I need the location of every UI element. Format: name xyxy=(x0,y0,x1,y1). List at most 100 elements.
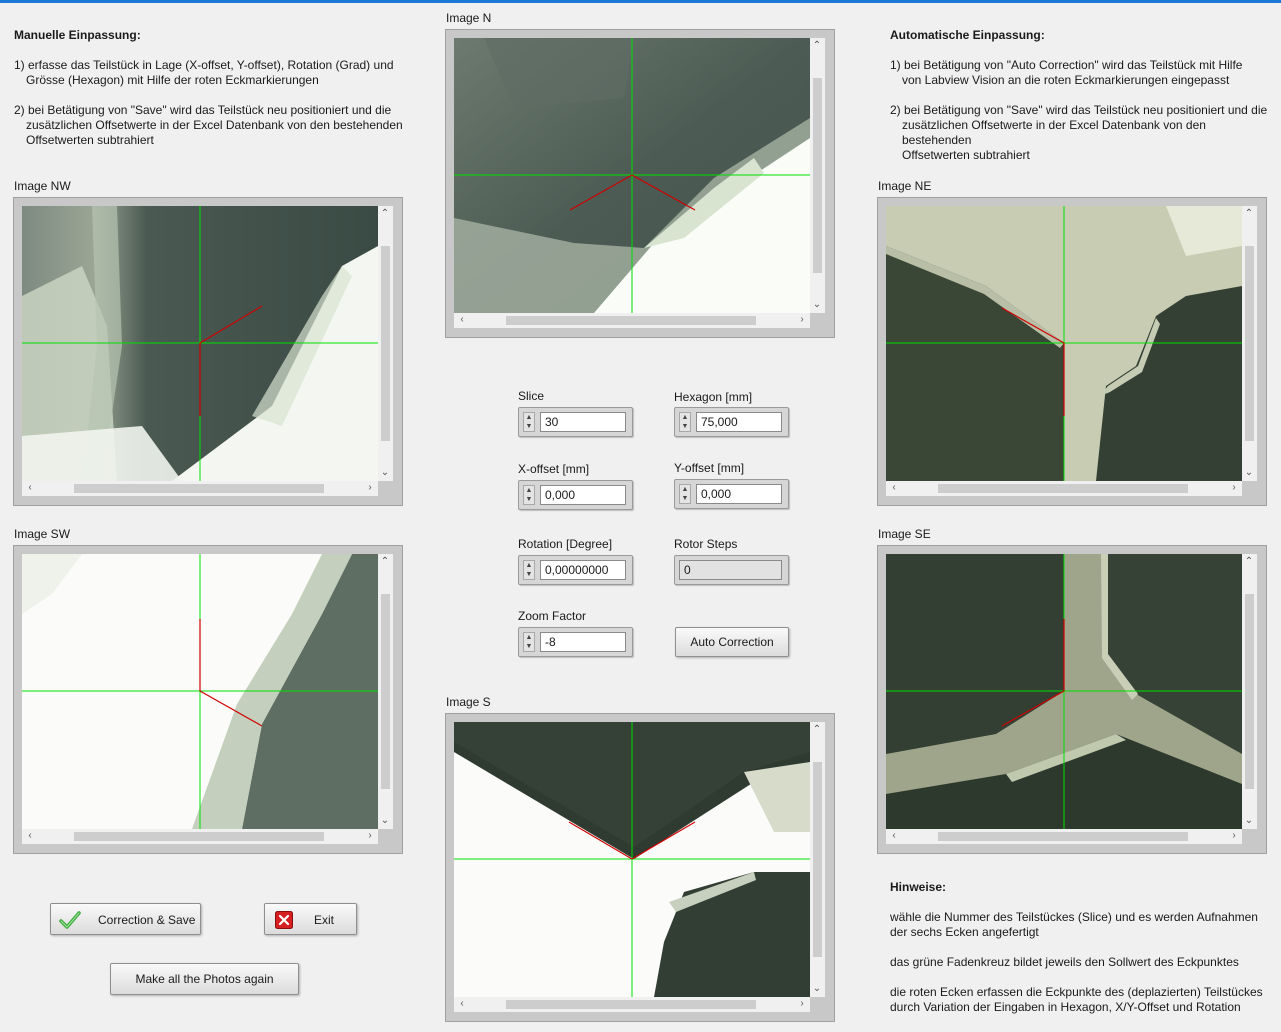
image-nw-hscrollbar[interactable]: ‹ › xyxy=(22,481,378,496)
yoffset-control[interactable]: ▲ ▼ 0,000 xyxy=(674,479,789,509)
scroll-up-icon[interactable]: ⌃ xyxy=(379,556,391,568)
scroll-down-icon[interactable]: ⌄ xyxy=(379,467,391,479)
image-ne-hscrollbar[interactable]: ‹ › xyxy=(886,481,1242,496)
close-icon xyxy=(275,911,293,929)
scroll-down-icon[interactable]: ⌄ xyxy=(379,815,391,827)
scroll-left-icon[interactable]: ‹ xyxy=(456,314,468,326)
image-n-display[interactable]: ⌃ ⌄ ‹ › xyxy=(445,29,835,338)
scroll-left-icon[interactable]: ‹ xyxy=(888,830,900,842)
scroll-right-icon[interactable]: › xyxy=(364,830,376,842)
image-nw-view[interactable] xyxy=(22,206,378,481)
manual-title: Manuelle Einpassung: xyxy=(14,28,141,42)
scroll-up-icon[interactable]: ⌃ xyxy=(379,208,391,220)
scroll-left-icon[interactable]: ‹ xyxy=(24,482,36,494)
hint-line2: der sechs Ecken angefertigt xyxy=(890,925,1039,939)
scroll-down-icon[interactable]: ⌄ xyxy=(1243,467,1255,479)
spin-down-icon: ▼ xyxy=(681,423,689,430)
correction-save-label: Correction & Save xyxy=(98,913,196,927)
scroll-left-icon[interactable]: ‹ xyxy=(888,482,900,494)
scroll-right-icon[interactable]: › xyxy=(796,314,808,326)
image-sw-vscrollbar[interactable]: ⌃ ⌄ xyxy=(378,554,393,829)
image-s-view[interactable] xyxy=(454,722,810,997)
hexagon-input[interactable]: 75,000 xyxy=(696,412,782,432)
hexagon-spinner[interactable]: ▲ ▼ xyxy=(679,412,691,432)
auto-correction-button[interactable]: Auto Correction xyxy=(675,627,789,657)
image-sw-label: Image SW xyxy=(14,527,71,541)
yoffset-spinner[interactable]: ▲ ▼ xyxy=(679,484,691,504)
scroll-up-icon[interactable]: ⌃ xyxy=(1243,208,1255,220)
auto-title: Automatische Einpassung: xyxy=(890,28,1045,42)
spin-down-icon: ▼ xyxy=(525,643,533,650)
rotation-label: Rotation [Degree] xyxy=(518,537,613,551)
hint-line1: wähle die Nummer des Teilstückes (Slice)… xyxy=(890,910,1258,924)
scroll-down-icon[interactable]: ⌄ xyxy=(811,983,823,995)
yoffset-input[interactable]: 0,000 xyxy=(696,484,782,504)
image-nw-vscrollbar[interactable]: ⌃ ⌄ xyxy=(378,206,393,481)
scroll-left-icon[interactable]: ‹ xyxy=(24,830,36,842)
manual-step1-line1: 1) erfasse das Teilstück in Lage (X-offs… xyxy=(14,58,394,72)
zoom-factor-input[interactable]: -8 xyxy=(540,632,626,652)
scroll-down-icon[interactable]: ⌄ xyxy=(811,299,823,311)
image-s-vscrollbar[interactable]: ⌃ ⌄ xyxy=(810,722,825,997)
image-nw-display[interactable]: ⌃ ⌄ ‹ › xyxy=(13,197,403,506)
image-s-display[interactable]: ⌃ ⌄ ‹ › xyxy=(445,713,835,1022)
exit-button[interactable]: Exit xyxy=(264,903,357,935)
scroll-up-icon[interactable]: ⌃ xyxy=(811,40,823,52)
make-photos-button[interactable]: Make all the Photos again xyxy=(110,963,299,995)
image-n-hscrollbar[interactable]: ‹ › xyxy=(454,313,810,328)
xoffset-spinner[interactable]: ▲ ▼ xyxy=(523,485,535,505)
image-ne-picture xyxy=(886,206,1242,481)
image-s-hscrollbar[interactable]: ‹ › xyxy=(454,997,810,1012)
xoffset-input[interactable]: 0,000 xyxy=(540,485,626,505)
rotation-spinner[interactable]: ▲ ▼ xyxy=(523,560,535,580)
image-se-vscrollbar[interactable]: ⌃ ⌄ xyxy=(1242,554,1257,829)
xoffset-control[interactable]: ▲ ▼ 0,000 xyxy=(518,480,633,510)
auto-step1-line2: von Labview Vision an die roten Eckmarki… xyxy=(902,73,1230,87)
rotation-input[interactable]: 0,00000000 xyxy=(540,560,626,580)
scroll-right-icon[interactable]: › xyxy=(1228,482,1240,494)
rotation-control[interactable]: ▲ ▼ 0,00000000 xyxy=(518,555,633,585)
scroll-up-icon[interactable]: ⌃ xyxy=(811,724,823,736)
image-ne-view[interactable] xyxy=(886,206,1242,481)
scroll-left-icon[interactable]: ‹ xyxy=(456,998,468,1010)
image-se-picture xyxy=(886,554,1242,829)
zoom-factor-label: Zoom Factor xyxy=(518,609,587,623)
rotor-steps-label: Rotor Steps xyxy=(674,537,738,551)
auto-instructions: 1) bei Betätigung von "Auto Correction" … xyxy=(890,58,1275,163)
image-sw-display[interactable]: ⌃ ⌄ ‹ › xyxy=(13,545,403,854)
scroll-down-icon[interactable]: ⌄ xyxy=(1243,815,1255,827)
scroll-right-icon[interactable]: › xyxy=(796,998,808,1010)
image-nw-label: Image NW xyxy=(14,179,71,193)
manual-step2-line2: zusätzlichen Offsetwerte in der Excel Da… xyxy=(26,118,403,132)
image-s-picture xyxy=(454,722,810,997)
scroll-right-icon[interactable]: › xyxy=(1228,830,1240,842)
scroll-right-icon[interactable]: › xyxy=(364,482,376,494)
slice-input[interactable]: 30 xyxy=(540,412,626,432)
manual-step1-line2: Grösse (Hexagon) mit Hilfe der roten Eck… xyxy=(26,73,319,87)
image-n-view[interactable] xyxy=(454,38,810,313)
hints-title: Hinweise: xyxy=(890,880,947,894)
image-se-view[interactable] xyxy=(886,554,1242,829)
hint-line5: durch Variation der Eingaben in Hexagon,… xyxy=(890,1000,1241,1014)
correction-save-button[interactable]: Correction & Save xyxy=(50,903,201,935)
spin-up-icon: ▲ xyxy=(681,414,689,421)
hexagon-control[interactable]: ▲ ▼ 75,000 xyxy=(674,407,789,437)
image-sw-hscrollbar[interactable]: ‹ › xyxy=(22,829,378,844)
image-ne-vscrollbar[interactable]: ⌃ ⌄ xyxy=(1242,206,1257,481)
image-sw-view[interactable] xyxy=(22,554,378,829)
slice-control[interactable]: ▲ ▼ 30 xyxy=(518,407,633,437)
image-se-hscrollbar[interactable]: ‹ › xyxy=(886,829,1242,844)
image-n-vscrollbar[interactable]: ⌃ ⌄ xyxy=(810,38,825,313)
yoffset-label: Y-offset [mm] xyxy=(674,461,745,475)
exit-label: Exit xyxy=(314,913,335,927)
image-se-display[interactable]: ⌃ ⌄ ‹ › xyxy=(877,545,1267,854)
slice-spinner[interactable]: ▲ ▼ xyxy=(523,412,535,432)
zoom-factor-spinner[interactable]: ▲ ▼ xyxy=(523,632,535,652)
scroll-up-icon[interactable]: ⌃ xyxy=(1243,556,1255,568)
auto-step1-line1: 1) bei Betätigung von "Auto Correction" … xyxy=(890,58,1243,72)
spin-down-icon: ▼ xyxy=(525,571,533,578)
auto-step2-line1: 2) bei Betätigung von "Save" wird das Te… xyxy=(890,103,1268,117)
spin-up-icon: ▲ xyxy=(525,634,533,641)
zoom-factor-control[interactable]: ▲ ▼ -8 xyxy=(518,627,633,657)
image-ne-display[interactable]: ⌃ ⌄ ‹ › xyxy=(877,197,1267,506)
